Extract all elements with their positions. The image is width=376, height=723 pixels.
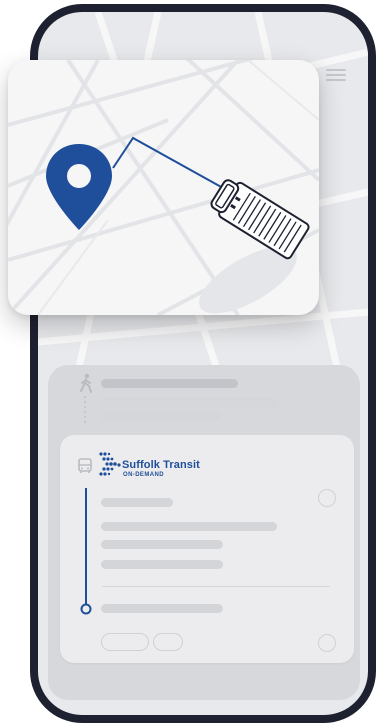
walking-person-icon: [80, 373, 92, 393]
suffolk-transit-logo-icon: [99, 452, 121, 476]
option-chip[interactable]: [101, 633, 149, 651]
select-radio[interactable]: [318, 489, 336, 507]
menu-icon[interactable]: [326, 66, 346, 84]
walk-text-placeholder: [101, 411, 221, 420]
brand-name: Suffolk Transit: [122, 459, 200, 471]
walk-dotted-line: [84, 396, 86, 426]
route-text-placeholder: [101, 540, 223, 549]
route-text-placeholder: [101, 560, 223, 569]
brand-subtitle: ON-DEMAND: [123, 472, 164, 478]
option-chip[interactable]: [153, 633, 183, 651]
route-timeline: [80, 488, 92, 615]
destination-text-placeholder: [101, 604, 223, 613]
walk-text-placeholder: [101, 398, 277, 407]
bus-icon: [78, 458, 92, 473]
shuttle-van-icon: [210, 179, 310, 260]
location-pin-icon: [46, 144, 112, 230]
card-divider: [102, 586, 330, 587]
walk-text-placeholder: [101, 379, 238, 388]
route-text-placeholder: [101, 498, 173, 507]
map-zoom-card: [8, 60, 319, 315]
route-text-placeholder: [101, 522, 277, 531]
select-radio[interactable]: [318, 634, 336, 652]
